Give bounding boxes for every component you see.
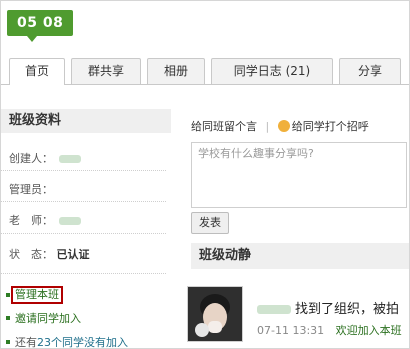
remaining-classmates-text: 还有23个同学没有加入 xyxy=(15,334,128,349)
feed-item-text: 找到了组织，被拍 xyxy=(257,298,399,317)
bullet-icon xyxy=(6,316,10,320)
tab-home[interactable]: 首页 xyxy=(9,58,65,85)
feed-user-name-blurred[interactable] xyxy=(257,305,291,314)
teacher-name-blurred[interactable] xyxy=(58,217,81,225)
bullet-icon xyxy=(6,293,10,297)
divider xyxy=(1,233,166,234)
remaining-count-link[interactable]: 23个同学没有加入 xyxy=(37,336,128,348)
admin-label: 管理员： xyxy=(9,183,53,196)
invite-classmates-link[interactable]: 邀请同学加入 xyxy=(15,310,81,326)
greeting-face-icon xyxy=(277,120,290,132)
feed-item-message: 找到了组织，被拍 xyxy=(295,302,400,317)
post-mode-links: 给同班留个言 | 给同学打个招呼 xyxy=(191,118,369,134)
teacher-field: 老 师： xyxy=(9,212,81,228)
divider: | xyxy=(265,120,270,133)
tab-classmate-blogs[interactable]: 同学日志 (21) xyxy=(211,58,333,84)
publish-button[interactable]: 发表 xyxy=(191,212,229,234)
tab-bar: 首页 群共享 相册 同学日志 (21) 分享 xyxy=(1,58,409,85)
creator-label: 创建人： xyxy=(9,152,53,165)
leave-message-link[interactable]: 给同班留个言 xyxy=(191,120,257,133)
page-frame: 05 08 首页 群共享 相册 同学日志 (21) 分享 班级资料 创建人： 管… xyxy=(0,0,410,349)
manage-class-link[interactable]: 管理本班 xyxy=(11,286,63,304)
welcome-join-link[interactable]: 欢迎加入本班 xyxy=(336,324,402,337)
feed-item-time: 07-11 13:31 xyxy=(257,324,325,337)
feed-item-meta: 07-11 13:31 欢迎加入本班 xyxy=(257,322,402,338)
main-content: 给同班留个言 | 给同学打个招呼 学校有什么趣事分享吗? 发表 班级动静 找到了… xyxy=(181,104,409,348)
avatar-photo-icon xyxy=(188,287,242,341)
user-avatar[interactable] xyxy=(187,286,243,342)
teacher-label: 老 师： xyxy=(9,214,53,227)
class-info-title: 班级资料 xyxy=(1,109,171,133)
divider xyxy=(1,170,166,171)
status-field: 状 态： 已认证 xyxy=(9,246,90,262)
creator-field: 创建人： xyxy=(9,150,81,166)
badge-pointer xyxy=(27,36,37,42)
status-label: 状 态： xyxy=(9,248,53,261)
divider xyxy=(1,201,166,202)
class-number-badge: 05 08 xyxy=(7,10,74,36)
bullet-icon xyxy=(6,340,10,344)
class-activity-title: 班级动静 xyxy=(191,243,409,269)
tab-share[interactable]: 分享 xyxy=(339,58,401,84)
status-value: 已认证 xyxy=(56,248,90,261)
greet-classmate-link[interactable]: 给同学打个招呼 xyxy=(292,120,369,133)
tab-group-share[interactable]: 群共享 xyxy=(71,58,141,84)
admin-field: 管理员： xyxy=(9,181,53,197)
post-textarea[interactable]: 学校有什么趣事分享吗? xyxy=(191,142,407,208)
tab-album[interactable]: 相册 xyxy=(147,58,205,84)
remaining-prefix: 还有 xyxy=(15,336,37,349)
divider xyxy=(1,273,166,274)
creator-name-blurred[interactable] xyxy=(58,155,81,163)
